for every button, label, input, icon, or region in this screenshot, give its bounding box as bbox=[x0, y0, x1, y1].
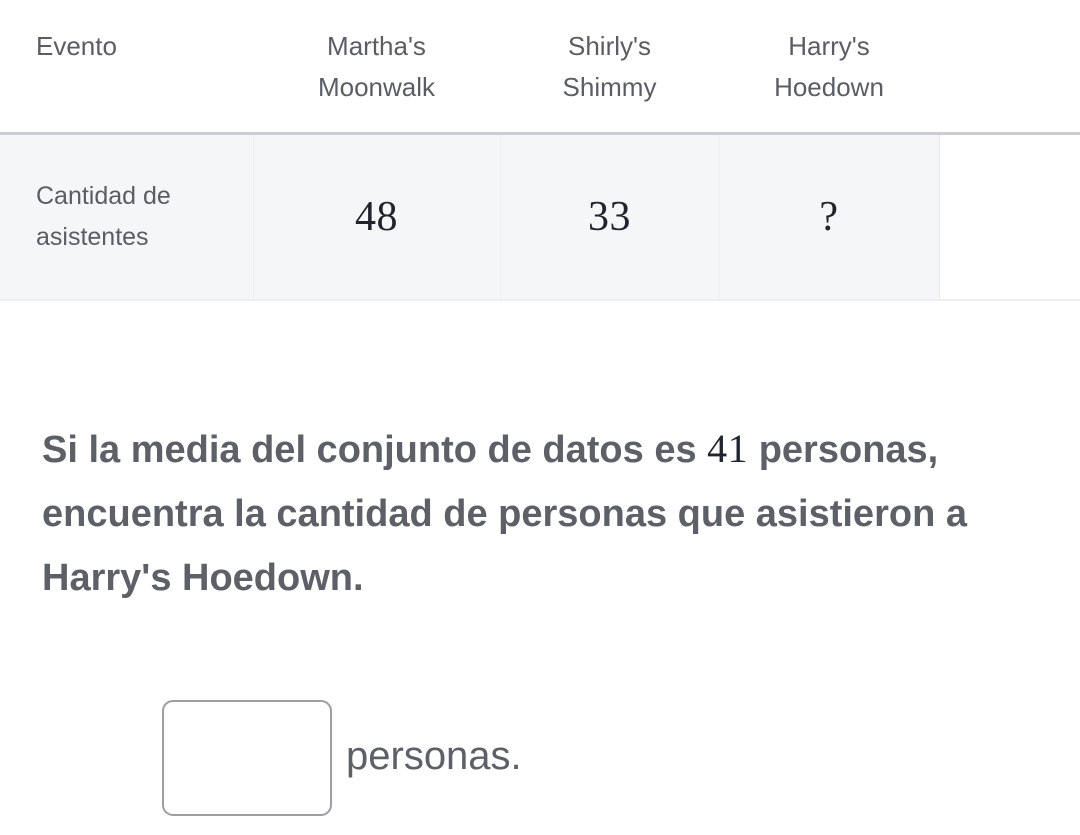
question-text: Si la media del conjunto de datos es 41 … bbox=[42, 418, 1042, 610]
table-body: Cantidad de asistentes 48 33 ? bbox=[0, 133, 1080, 301]
header-label-harrys-hoedown: Harry's Hoedown bbox=[719, 0, 939, 132]
header-cell-evento: Evento bbox=[0, 0, 253, 134]
answer-unit-label: personas. bbox=[346, 734, 522, 778]
header-label-evento: Evento bbox=[36, 31, 117, 61]
header-cell-marthas-moonwalk: Martha's Moonwalk bbox=[253, 0, 500, 134]
header-cell-harrys-hoedown: Harry's Hoedown bbox=[719, 0, 939, 134]
row-label-line2: asistentes bbox=[36, 223, 149, 251]
header-label-shirlys-shimmy: Shirly's Shimmy bbox=[500, 0, 719, 132]
question-part-1: Si la media del conjunto de datos es bbox=[42, 429, 708, 471]
header-cell-shirlys-shimmy: Shirly's Shimmy bbox=[500, 0, 719, 134]
answer-input[interactable] bbox=[162, 700, 332, 816]
value-marthas-moonwalk: 48 bbox=[355, 194, 398, 240]
cell-marthas-moonwalk-value: 48 bbox=[252, 133, 500, 300]
header-cell-spacer bbox=[939, 0, 1080, 134]
answer-row: personas. bbox=[162, 700, 522, 816]
attendance-table: Evento Martha's Moonwalk Shirly's Shimmy bbox=[0, 0, 1080, 301]
header-label-marthas-moonwalk: Martha's Moonwalk bbox=[253, 0, 500, 132]
attendance-table-container: Evento Martha's Moonwalk Shirly's Shimmy bbox=[0, 0, 1080, 301]
row-label-line1: Cantidad de bbox=[36, 182, 171, 210]
cell-shirlys-shimmy-value: 33 bbox=[499, 133, 719, 300]
table-row: Cantidad de asistentes 48 33 ? bbox=[0, 133, 1080, 301]
header-line2-moonwalk: Moonwalk bbox=[317, 72, 436, 102]
value-harrys-hoedown-unknown: ? bbox=[819, 194, 839, 240]
header-line1-marthas: Martha's bbox=[327, 31, 426, 61]
table-header: Evento Martha's Moonwalk Shirly's Shimmy bbox=[0, 0, 1080, 134]
row-label-cantidad-de-asistentes: Cantidad de asistentes bbox=[0, 134, 253, 301]
header-line2-hoedown: Hoedown bbox=[774, 72, 884, 102]
header-line2-shimmy: Shimmy bbox=[562, 72, 657, 102]
table-header-row: Evento Martha's Moonwalk Shirly's Shimmy bbox=[0, 0, 1080, 134]
question-mean-value: 41 bbox=[707, 426, 749, 471]
cell-harrys-hoedown-value: ? bbox=[718, 133, 939, 300]
header-label-spacer bbox=[939, 0, 1080, 91]
header-line1-harrys: Harry's bbox=[788, 31, 870, 61]
cell-spacer bbox=[938, 133, 1080, 300]
value-shirlys-shimmy: 33 bbox=[588, 194, 631, 240]
header-line1-shirlys: Shirly's bbox=[568, 31, 651, 61]
